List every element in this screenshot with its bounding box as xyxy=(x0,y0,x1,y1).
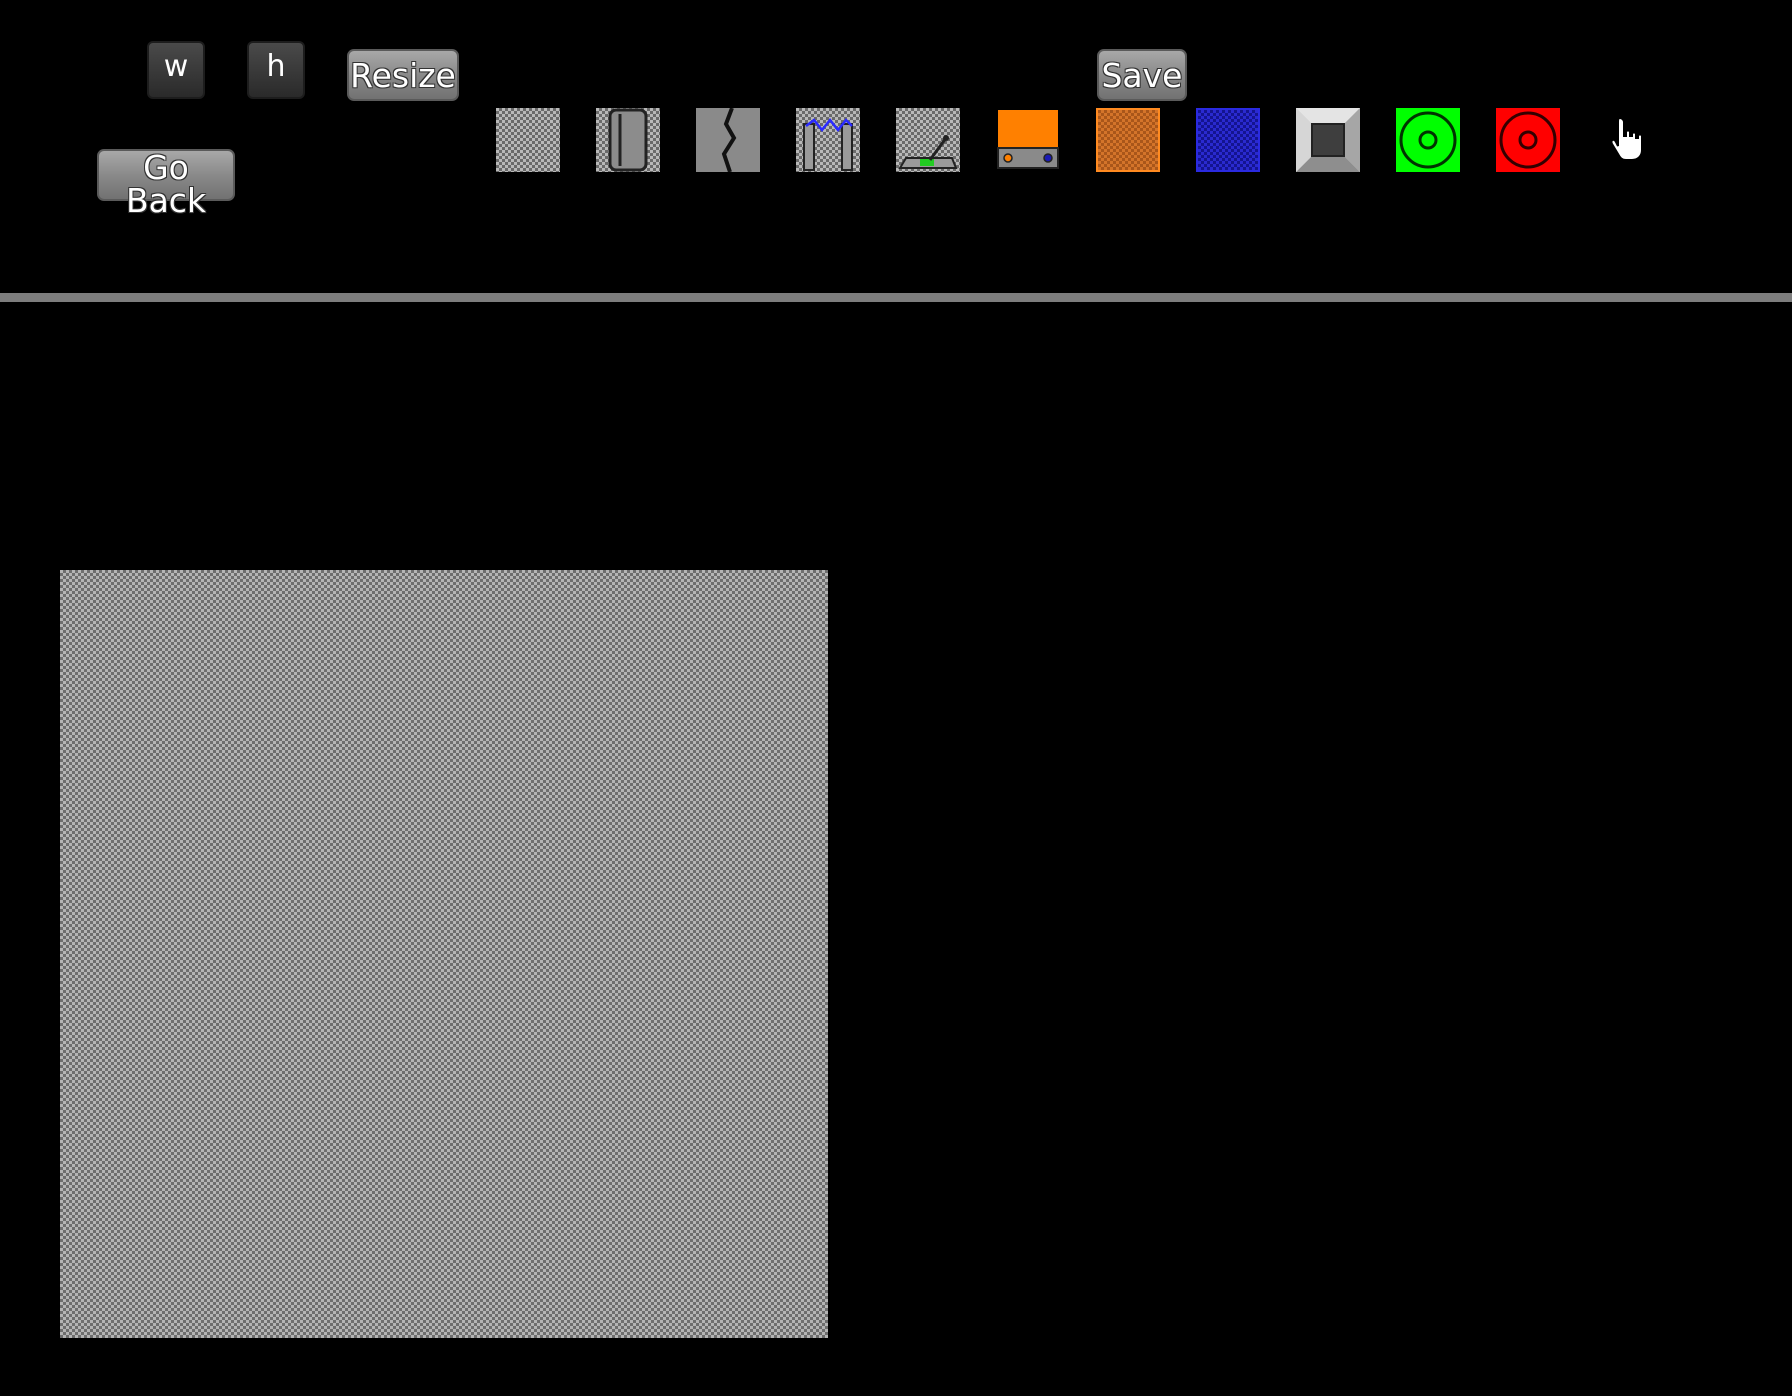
toolbar-divider xyxy=(0,293,1792,302)
width-input[interactable] xyxy=(147,41,205,99)
height-input[interactable] xyxy=(247,41,305,99)
metal-block-tile-icon[interactable] xyxy=(1296,108,1360,172)
orange-mesh-tile-icon[interactable] xyxy=(1096,108,1160,172)
lever-switch-tile-icon[interactable] xyxy=(896,108,960,172)
hand-pointer-icon xyxy=(1610,116,1643,161)
level-grid-canvas[interactable] xyxy=(60,570,828,1338)
resize-button[interactable]: Resize xyxy=(347,49,459,101)
pillar-wall-tile-icon[interactable] xyxy=(596,108,660,172)
cracked-wall-tile-icon[interactable] xyxy=(696,108,760,172)
green-target-tile-icon[interactable] xyxy=(1396,108,1460,172)
orange-crate-tile-icon[interactable] xyxy=(996,108,1060,172)
blue-mesh-tile-icon[interactable] xyxy=(1196,108,1260,172)
red-target-tile-icon[interactable] xyxy=(1496,108,1560,172)
empty-floor-tile-icon[interactable] xyxy=(496,108,560,172)
save-button[interactable]: Save xyxy=(1097,49,1187,101)
electric-fence-tile-icon[interactable] xyxy=(796,108,860,172)
go-back-button[interactable]: Go Back xyxy=(97,149,235,217)
